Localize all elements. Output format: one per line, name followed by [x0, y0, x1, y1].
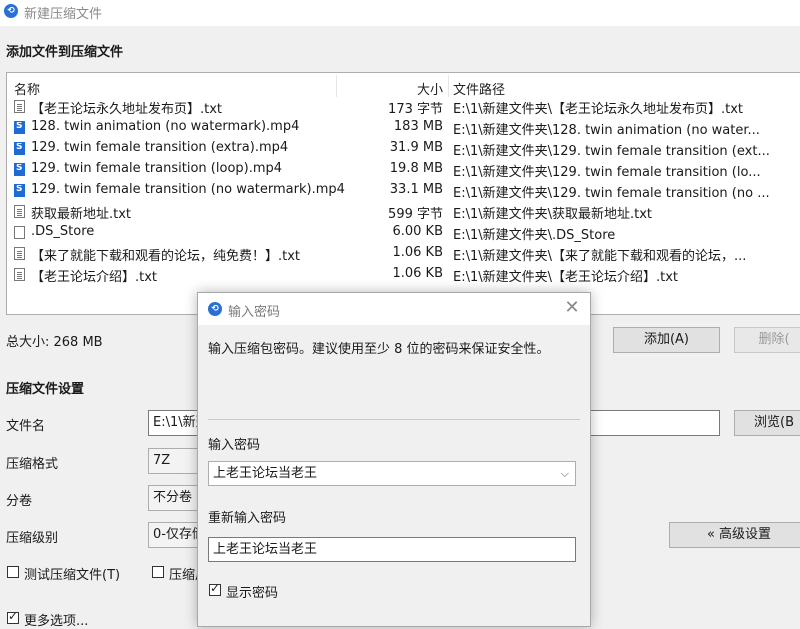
file-size: 31.9 MB [389, 140, 443, 155]
list-item[interactable]: 129. twin female transition (no watermar… [7, 181, 800, 202]
total-size: 总大小: 268 MB [6, 335, 103, 350]
test-archive-checkbox[interactable] [7, 566, 19, 578]
file-path: E:\1\新建文件夹\【老王论坛永久地址发布页】.txt [453, 102, 744, 117]
file-size: 599 字节 [388, 207, 443, 222]
list-item[interactable]: 129. twin female transition (extra).mp4 … [7, 139, 800, 160]
more-options-checkbox[interactable] [7, 609, 19, 624]
list-item[interactable]: 129. twin female transition (loop).mp4 1… [7, 160, 800, 181]
text-file-icon [14, 100, 25, 113]
file-name: 129. twin female transition (extra).mp4 [31, 140, 289, 155]
divider [208, 419, 580, 420]
reenter-password-input[interactable]: 上老王论坛当老王 [208, 537, 576, 562]
file-name: 【老王论坛介绍】.txt [31, 270, 158, 285]
more-options-label: 更多选项... [24, 614, 89, 629]
file-name: 128. twin animation (no watermark).mp4 [31, 119, 300, 134]
file-name: .DS_Store [31, 224, 95, 239]
column-header-name[interactable]: 名称 [14, 79, 40, 98]
column-divider[interactable] [448, 75, 449, 97]
file-size: 6.00 KB [392, 224, 443, 239]
file-list[interactable]: 名称 大小 文件路径 【老王论坛永久地址发布页】.txt 173 字节 E:\1… [6, 72, 800, 315]
list-item[interactable]: .DS_Store 6.00 KB E:\1\新建文件夹\.DS_Store [7, 223, 800, 244]
file-path: E:\1\新建文件夹\【来了就能下载和观看的论坛，... [453, 249, 747, 264]
files-section-heading: 添加文件到压缩文件 [6, 45, 124, 60]
test-archive-label: 测试压缩文件(T) [24, 568, 121, 583]
file-name: 【来了就能下载和观看的论坛，纯免费！】.txt [31, 249, 301, 264]
file-path: E:\1\新建文件夹\129. twin female transition (… [453, 144, 770, 159]
delete-button[interactable]: 删除( [734, 327, 800, 353]
file-size: 33.1 MB [389, 182, 443, 197]
file-path: E:\1\新建文件夹\获取最新地址.txt [453, 207, 653, 222]
show-password-checkbox[interactable] [209, 581, 221, 596]
format-label: 压缩格式 [6, 457, 59, 472]
list-item[interactable]: 128. twin animation (no watermark).mp4 1… [7, 118, 800, 139]
file-size: 1.06 KB [392, 266, 443, 281]
password-input[interactable]: 上老王论坛当老王 ⌵ [208, 461, 576, 486]
app-logo-icon: ⟲ [208, 302, 222, 316]
list-item[interactable]: 【来了就能下载和观看的论坛，纯免费！】.txt 1.06 KB E:\1\新建文… [7, 244, 800, 265]
list-item[interactable]: 【老王论坛介绍】.txt 1.06 KB E:\1\新建文件夹\【老王论坛介绍】… [7, 265, 800, 286]
dialog-title-bar: ⟲ 输入密码 ✕ [198, 293, 590, 325]
post-compress-checkbox[interactable] [152, 566, 164, 578]
blank-file-icon [14, 226, 25, 239]
file-path: E:\1\新建文件夹\.DS_Store [453, 228, 616, 243]
file-size: 1.06 KB [392, 245, 443, 260]
file-path: E:\1\新建文件夹\129. twin female transition (… [453, 186, 770, 201]
file-name: 129. twin female transition (loop).mp4 [31, 161, 283, 176]
show-password-label: 显示密码 [226, 586, 279, 601]
column-header-size[interactable]: 大小 [347, 79, 443, 98]
add-button[interactable]: 添加(A) [613, 327, 720, 353]
file-size: 183 MB [393, 119, 443, 134]
split-label: 分卷 [6, 494, 33, 509]
file-name: 获取最新地址.txt [31, 207, 132, 222]
text-file-icon [14, 247, 25, 260]
file-path: E:\1\新建文件夹\129. twin female transition (… [453, 165, 761, 180]
file-name: 129. twin female transition (no watermar… [31, 182, 345, 197]
advanced-settings-button[interactable]: « 高级设置 [669, 522, 800, 548]
file-path: E:\1\新建文件夹\128. twin animation (no water… [453, 123, 760, 138]
chevron-down-icon[interactable]: ⌵ [561, 462, 569, 485]
file-size: 173 字节 [388, 102, 443, 117]
column-divider[interactable] [336, 75, 337, 97]
column-header-path[interactable]: 文件路径 [453, 79, 505, 98]
dialog-message: 输入压缩包密码。建议使用至少 8 位的密码来保证安全性。 [208, 342, 550, 357]
browse-button[interactable]: 浏览(B [734, 410, 800, 436]
video-file-icon [14, 121, 25, 134]
dialog-title: 输入密码 [228, 305, 281, 320]
video-file-icon [14, 142, 25, 155]
window-title: 新建压缩文件 [24, 7, 103, 22]
title-bar: ⟲ 新建压缩文件 [0, 0, 800, 26]
settings-heading: 压缩文件设置 [6, 382, 85, 397]
app-logo-icon: ⟲ [4, 4, 18, 18]
level-label: 压缩级别 [6, 531, 59, 546]
file-size: 19.8 MB [389, 161, 443, 176]
list-item[interactable]: 获取最新地址.txt 599 字节 E:\1\新建文件夹\获取最新地址.txt [7, 202, 800, 223]
password-value: 上老王论坛当老王 [213, 466, 318, 481]
file-name: 【老王论坛永久地址发布页】.txt [31, 102, 223, 117]
reenter-password-label: 重新输入密码 [208, 511, 287, 526]
filename-label: 文件名 [6, 419, 46, 434]
password-dialog: ⟲ 输入密码 ✕ 输入压缩包密码。建议使用至少 8 位的密码来保证安全性。 输入… [197, 292, 591, 627]
file-path: E:\1\新建文件夹\【老王论坛介绍】.txt [453, 270, 679, 285]
text-file-icon [14, 205, 25, 218]
password-label: 输入密码 [208, 438, 261, 453]
list-item[interactable]: 【老王论坛永久地址发布页】.txt 173 字节 E:\1\新建文件夹\【老王论… [7, 97, 800, 118]
text-file-icon [14, 268, 25, 281]
close-icon[interactable]: ✕ [562, 297, 582, 319]
video-file-icon [14, 184, 25, 197]
video-file-icon [14, 163, 25, 176]
